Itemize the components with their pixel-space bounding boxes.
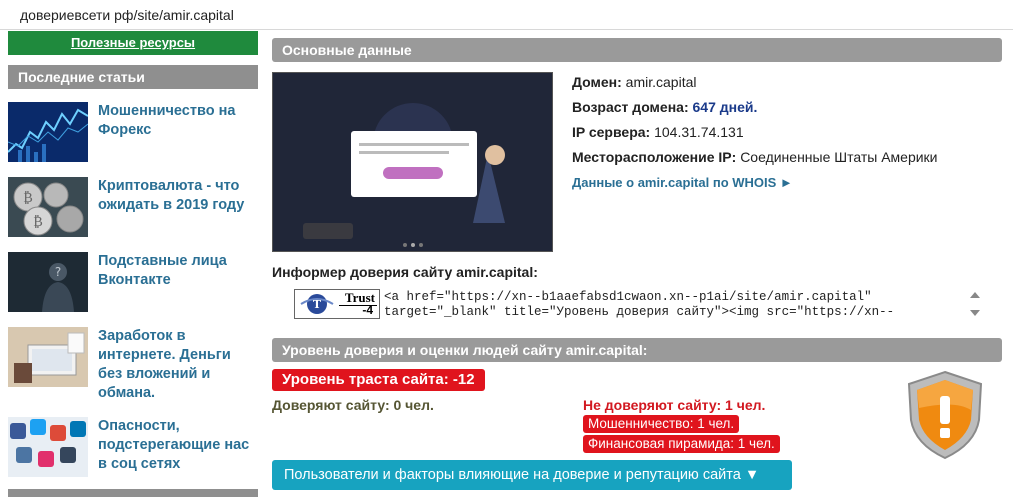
article-item-crypto[interactable]: ₿ ₿ Криптовалюта - что ожидать в 2019 го… xyxy=(8,177,258,239)
article-title[interactable]: Опасности, подстерегающие нас в соц сетя… xyxy=(98,417,258,474)
address-bar[interactable]: довериевсети рф/site/amir.capital xyxy=(0,0,1013,30)
code-line-1: <a href="https://xn--b1aaefabsd1cwaon.xn… xyxy=(384,290,872,304)
article-item-earnings[interactable]: Заработок в интернете. Деньги без вложен… xyxy=(8,327,258,401)
address-url[interactable]: довериевсети рф/site/amir.capital xyxy=(20,7,234,23)
article-title[interactable]: Мошенничество на Форекс xyxy=(98,102,258,140)
tag-pyramid: Финансовая пирамида: 1 чел. xyxy=(583,435,780,453)
informer-code-textarea[interactable]: <a href="https://xn--b1aaefabsd1cwaon.xn… xyxy=(384,290,964,320)
article-thumb-fake-vk[interactable]: ? xyxy=(8,252,88,312)
page: довериевсети рф/site/amir.capital Полезн… xyxy=(0,0,1013,497)
whois-link[interactable]: Данные о amir.capital по WHOIS ► xyxy=(572,175,793,190)
scroll-up-icon[interactable] xyxy=(970,292,980,298)
informer-title: Информер доверия сайту amir.capital: xyxy=(272,264,538,280)
trust-header: Уровень доверия и оценки людей сайту ami… xyxy=(272,338,1002,362)
domain-label: Домен: xyxy=(572,74,622,90)
ip-value: 104.31.74.131 xyxy=(654,124,744,140)
article-thumb-earnings[interactable] xyxy=(8,327,88,387)
domain-row: Домен: amir.capital xyxy=(572,74,696,90)
location-label: Месторасположение IP: xyxy=(572,149,737,165)
trust-yes-count: Доверяют сайту: 0 чел. xyxy=(272,397,434,413)
trust-logo-icon: T xyxy=(297,292,337,316)
code-line-2: target="_blank" title="Уровень доверия с… xyxy=(384,305,895,319)
domain-value: amir.capital xyxy=(625,74,697,90)
svg-text:₿: ₿ xyxy=(33,214,43,230)
article-title[interactable]: Заработок в интернете. Деньги без вложен… xyxy=(98,327,258,403)
svg-text:?: ? xyxy=(55,265,61,279)
basic-data-header: Основные данные xyxy=(272,38,1002,62)
trust-badge[interactable]: T Trust -4 xyxy=(294,289,380,319)
article-title[interactable]: Криптовалюта - что ожидать в 2019 году xyxy=(98,177,258,215)
scroll-down-icon[interactable] xyxy=(970,310,980,316)
domain-age-label: Возраст домена: xyxy=(572,99,689,115)
trust-no-count: Не доверяют сайту: 1 чел. xyxy=(583,397,766,413)
location-row: Месторасположение IP: Соединенные Штаты … xyxy=(572,149,938,165)
tag-fraud: Мошенничество: 1 чел. xyxy=(583,415,740,433)
warning-shield-icon xyxy=(907,370,983,460)
ip-row: IP сервера: 104.31.74.131 xyxy=(572,124,744,140)
sidebar-next-header xyxy=(8,489,258,497)
ip-label: IP сервера: xyxy=(572,124,651,140)
domain-age-value: 647 дней. xyxy=(692,99,758,115)
article-thumb-forex[interactable] xyxy=(8,102,88,162)
factors-expand-button[interactable]: Пользователи и факторы влияющие на довер… xyxy=(272,460,792,490)
svg-text:T: T xyxy=(313,298,322,311)
article-item-forex[interactable]: Мошенничество на Форекс xyxy=(8,102,258,164)
article-item-fake-vk[interactable]: ? Подставные лица Вконтакте xyxy=(8,252,258,314)
recent-articles-header: Последние статьи xyxy=(8,65,258,89)
badge-value: -4 xyxy=(362,303,373,317)
article-title[interactable]: Подставные лица Вконтакте xyxy=(98,252,258,290)
svg-text:₿: ₿ xyxy=(23,190,33,206)
article-item-social[interactable]: Опасности, подстерегающие нас в соц сетя… xyxy=(8,417,258,479)
code-scrollbar[interactable] xyxy=(968,288,982,322)
article-thumb-crypto[interactable]: ₿ ₿ xyxy=(8,177,88,237)
article-thumb-social[interactable] xyxy=(8,417,88,477)
site-screenshot xyxy=(272,72,553,252)
trust-level-badge: Уровень траста сайта: -12 xyxy=(272,369,485,391)
domain-age-row: Возраст домена: 647 дней. xyxy=(572,99,757,115)
useful-resources-button[interactable]: Полезные ресурсы xyxy=(8,31,258,55)
location-value: Соединенные Штаты Америки xyxy=(740,149,938,165)
